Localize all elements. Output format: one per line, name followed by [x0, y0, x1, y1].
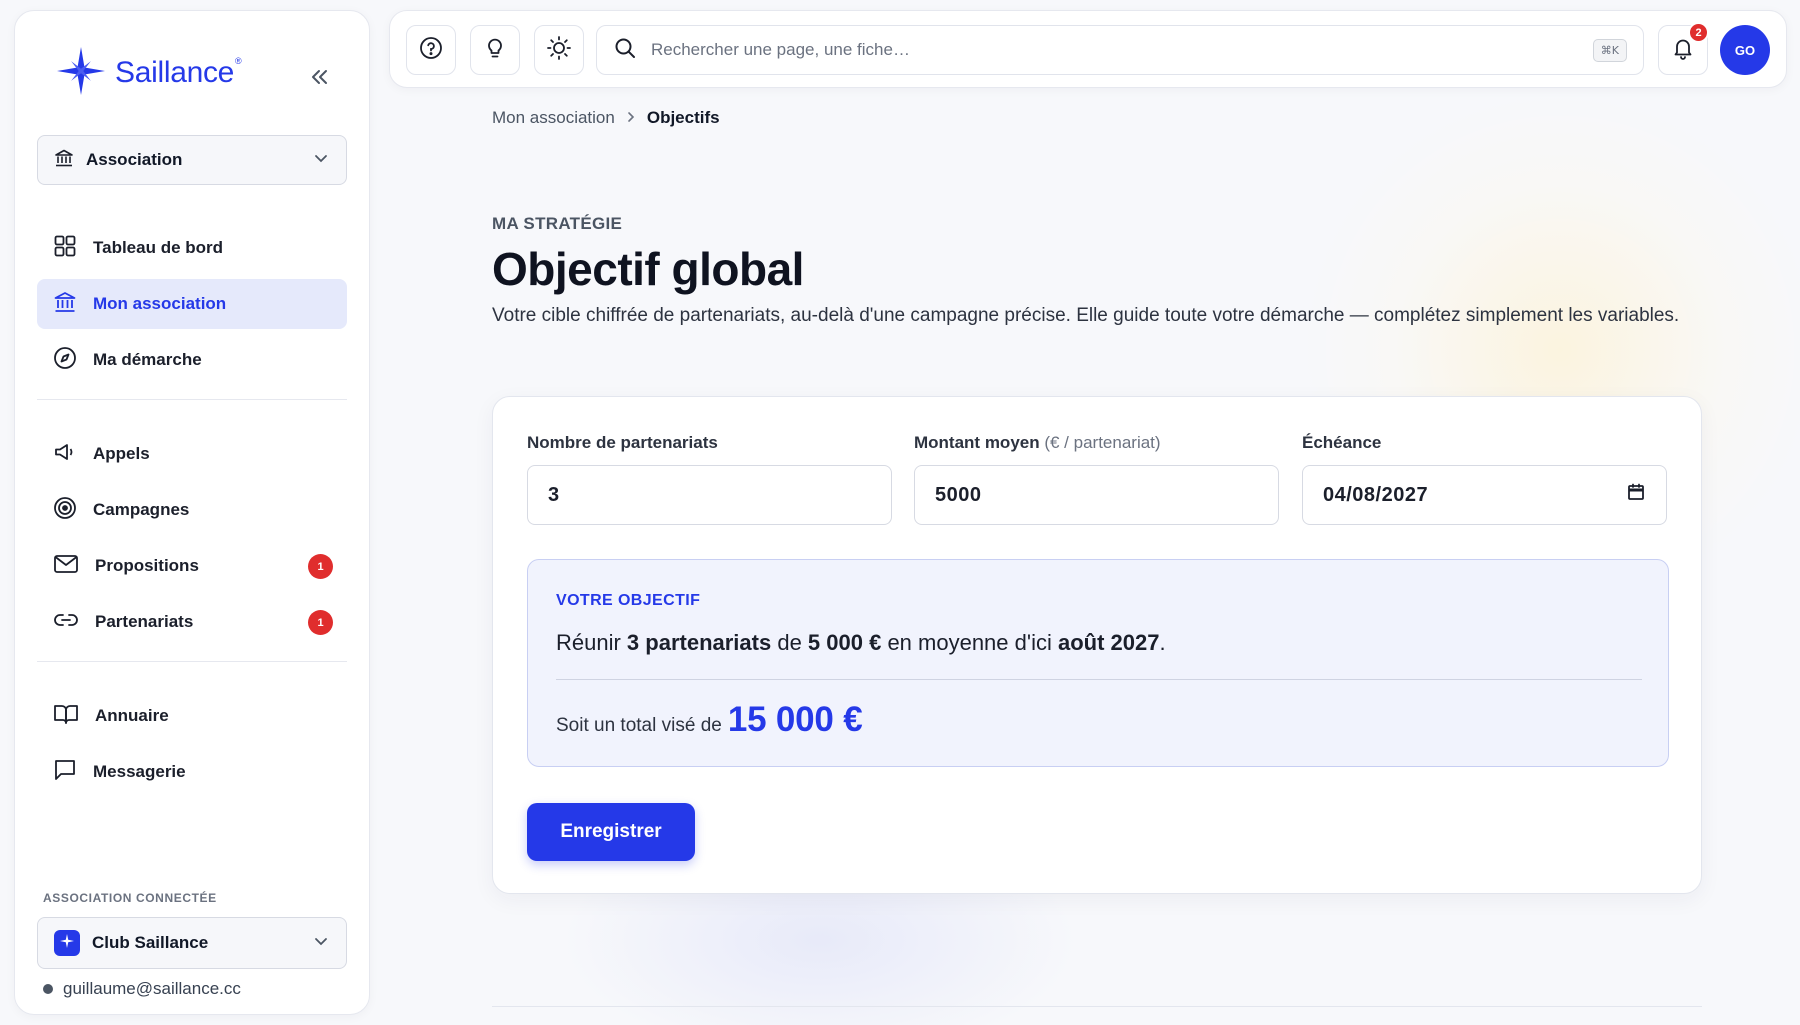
chevron-down-icon: [312, 932, 330, 955]
sidebar-item-label: Appels: [93, 444, 150, 463]
breadcrumb-current: Objectifs: [646, 108, 720, 127]
count-badge: 1: [308, 610, 333, 635]
chevron-down-icon: [312, 149, 330, 172]
chevron-right-icon: [625, 110, 637, 127]
user-avatar[interactable]: GO: [1720, 25, 1770, 75]
search-icon: [613, 36, 637, 65]
breadcrumb: Mon association Objectifs: [492, 108, 720, 128]
mail-icon: [53, 552, 79, 581]
partnerships-label: Nombre de partenariats: [527, 433, 718, 452]
objective-total: Soit un total visé de 15 000 €: [556, 700, 863, 740]
sidebar-item-label: Messagerie: [93, 762, 186, 781]
deadline-label: Échéance: [1302, 433, 1382, 452]
notification-count-badge: 2: [1688, 22, 1709, 43]
average-amount-input[interactable]: 5000: [914, 465, 1279, 525]
sidebar-item-mon-association[interactable]: Mon association: [37, 279, 347, 329]
partnerships-input[interactable]: 3: [527, 465, 892, 525]
sidebar-item-partenariats[interactable]: Partenariats 1: [37, 597, 347, 647]
search-shortcut-hint: ⌘K: [1592, 38, 1627, 62]
sidebar-item-label: Partenariats: [95, 612, 194, 631]
sidebar-item-label: Campagnes: [93, 500, 190, 519]
sidebar-item-campagnes[interactable]: Campagnes: [37, 485, 347, 535]
section-divider: [492, 1006, 1702, 1007]
megaphone-icon: [53, 440, 77, 469]
average-amount-value: 5000: [935, 483, 982, 506]
deadline-input[interactable]: 04/08/2027: [1302, 465, 1667, 525]
deadline-field: Échéance 04/08/2027: [1302, 433, 1667, 525]
average-amount-label: Montant moyen (€ / partenariat): [914, 433, 1161, 452]
sidebar-item-label: Mon association: [93, 294, 227, 313]
sidebar-item-tableau-de-bord[interactable]: Tableau de bord: [37, 223, 347, 273]
nav-main: Tableau de bord Mon association Ma démar…: [37, 223, 347, 391]
grid-icon: [53, 234, 77, 263]
objective-total-prefix: Soit un total visé de: [556, 715, 722, 736]
deadline-value: 04/08/2027: [1323, 483, 1429, 506]
association-select[interactable]: Association: [37, 135, 347, 185]
sidebar-divider: [37, 661, 347, 662]
theme-toggle-button[interactable]: [534, 25, 584, 75]
target-icon: [53, 496, 77, 525]
sidebar-item-appels[interactable]: Appels: [37, 429, 347, 479]
brand-logo[interactable]: Saillance®: [55, 45, 242, 102]
association-select-label: Association: [86, 150, 183, 169]
count-badge: 1: [308, 554, 333, 579]
nav-tools: Annuaire Messagerie: [37, 691, 347, 803]
status-dot: [43, 984, 53, 994]
page-title: Objectif global: [492, 243, 804, 295]
objective-total-amount: 15 000 €: [727, 700, 863, 739]
search-bar[interactable]: ⌘K: [596, 25, 1644, 75]
partnerships-field: Nombre de partenariats 3: [527, 433, 892, 525]
save-button[interactable]: Enregistrer: [527, 803, 695, 861]
calendar-icon[interactable]: [1626, 482, 1646, 508]
objective-summary-box: VOTRE OBJECTIF Réunir 3 partenariats de …: [527, 559, 1669, 767]
brand-name: Saillance®: [115, 56, 242, 89]
objective-sentence: Réunir 3 partenariats de 5 000 € en moye…: [556, 630, 1166, 655]
summary-divider: [556, 679, 1642, 680]
bank-icon: [54, 148, 74, 173]
sparkle-star-icon: [59, 933, 75, 954]
sidebar: Saillance® Association Tableau de bord M…: [14, 10, 370, 1015]
club-select[interactable]: Club Saillance: [37, 917, 347, 969]
sidebar-item-ma-demarche[interactable]: Ma démarche: [37, 335, 347, 385]
compass-icon: [53, 346, 77, 375]
objective-form-card: Nombre de partenariats 3 Montant moyen (…: [492, 396, 1702, 894]
partnerships-value: 3: [548, 483, 560, 506]
notifications-button[interactable]: 2: [1658, 22, 1709, 75]
breadcrumb-parent-link[interactable]: Mon association: [492, 108, 615, 128]
club-logo: [54, 930, 80, 956]
average-amount-unit: (€ / partenariat): [1044, 433, 1161, 452]
sidebar-item-messagerie[interactable]: Messagerie: [37, 747, 347, 797]
chat-icon: [53, 758, 77, 787]
connected-association-label: ASSOCIATION CONNECTÉE: [43, 891, 217, 905]
sidebar-divider: [37, 399, 347, 400]
section-eyebrow: MA STRATÉGIE: [492, 214, 623, 233]
objective-summary-label: VOTRE OBJECTIF: [556, 592, 701, 609]
topbar: ⌘K 2 GO: [389, 10, 1787, 88]
link-icon: [53, 608, 79, 637]
lightbulb-icon: [483, 36, 507, 65]
sparkle-star-icon: [55, 45, 107, 102]
sidebar-item-label: Tableau de bord: [93, 238, 224, 257]
sidebar-item-label: Annuaire: [95, 706, 169, 725]
sidebar-item-propositions[interactable]: Propositions 1: [37, 541, 347, 591]
user-email: guillaume@saillance.cc: [63, 979, 241, 998]
average-amount-field: Montant moyen (€ / partenariat) 5000: [914, 433, 1279, 525]
help-circle-icon: [419, 36, 443, 65]
sidebar-item-label: Propositions: [95, 556, 199, 575]
ideas-button[interactable]: [470, 25, 520, 75]
chevrons-left-icon: [308, 66, 330, 93]
page-description: Votre cible chiffrée de partenariats, au…: [492, 305, 1680, 326]
collapse-sidebar-button[interactable]: [305, 65, 333, 93]
club-name: Club Saillance: [92, 933, 209, 952]
sidebar-item-annuaire[interactable]: Annuaire: [37, 691, 347, 741]
help-button[interactable]: [406, 25, 456, 75]
sidebar-item-label: Ma démarche: [93, 350, 202, 369]
bank-icon: [53, 290, 77, 319]
sun-icon: [546, 35, 572, 66]
nav-operations: Appels Campagnes Propositions 1 Partenar…: [37, 429, 347, 653]
book-icon: [53, 702, 79, 731]
search-input[interactable]: [651, 40, 1579, 60]
user-email-line: guillaume@saillance.cc: [43, 979, 241, 999]
